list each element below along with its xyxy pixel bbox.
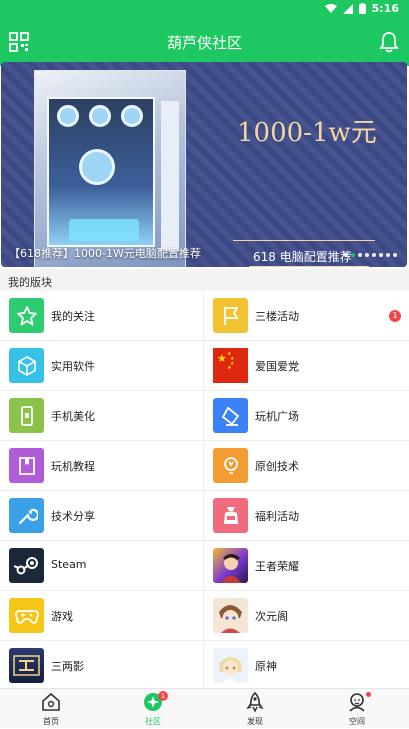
board-label: 手机美化 [51,410,95,423]
cpu-cooler-image [79,149,115,185]
wrench-icon [9,498,44,533]
fan-image [89,105,111,127]
tab-notification-dot [366,692,371,697]
svg-text:★: ★ [217,352,227,365]
carousel-dot[interactable] [393,253,397,257]
board-item[interactable]: 三两影 [0,641,204,691]
app-bar: 葫芦侠社区 [0,18,409,66]
board-label: 原神 [255,660,277,673]
pc-side-fans [161,101,179,251]
board-label: Steam [51,558,87,571]
tab-label: 发现 [247,717,263,726]
tab-label: 首页 [43,717,59,726]
board-item[interactable]: 玩机教程 [0,441,204,491]
status-bar: 5:16 [0,0,409,18]
tab-label: 社区 [145,717,161,726]
carousel-dot[interactable] [351,253,355,257]
banner-headline: 1000-1w元 [237,118,377,148]
carousel-dot[interactable] [372,253,376,257]
eraser-icon [213,398,248,433]
banner-caption: 【618推荐】1000-1W元电脑配置推荐 [9,247,201,260]
board-label: 玩机教程 [51,460,95,473]
board-item[interactable]: ★ ★ ★ ★ ★ 爱国爱党 [204,341,409,391]
fan-image [57,105,79,127]
board-label: 我的关注 [51,310,95,323]
bulb-icon [213,448,248,483]
board-label: 福利活动 [255,510,299,523]
signal-icon [342,3,353,14]
tab-badge: 1 [158,691,168,701]
bottom-tab-bar: 首页 1 社区 发现 空间 [0,688,409,728]
carousel-dot[interactable] [358,253,362,257]
book-icon [9,448,44,483]
board-item[interactable]: 玩机广场 [204,391,409,441]
carousel-dot[interactable] [379,253,383,257]
board-label: 爱国爱党 [255,360,299,373]
board-label: 次元阁 [255,610,288,623]
carousel-dot[interactable] [386,253,390,257]
wifi-icon [324,3,337,13]
board-item[interactable]: 游戏 [0,591,204,641]
film-icon [9,648,44,683]
banner-divider [233,240,375,241]
gamepad-icon [9,598,44,633]
board-label: 三两影 [51,660,84,673]
board-item[interactable]: 我的关注 [0,291,204,341]
board-label: 玩机广场 [255,410,299,423]
board-item[interactable]: 原创技术 [204,441,409,491]
board-label: 技术分享 [51,510,95,523]
china-flag-icon: ★ ★ ★ ★ ★ [213,348,248,383]
board-item[interactable]: 技术分享 [0,491,204,541]
anime-avatar-icon [213,598,248,633]
tab-home[interactable]: 首页 [0,689,102,729]
pc-case-interior [47,97,155,247]
gpu-glow-image [69,219,139,241]
notification-bell-icon[interactable] [379,31,399,53]
tab-profile[interactable]: 空间 [306,689,408,729]
board-item[interactable]: 王者荣耀 [204,541,409,591]
board-item[interactable]: Steam [0,541,204,591]
fan-image [121,105,143,127]
battery-icon [358,3,366,14]
svg-text:★: ★ [227,365,232,371]
star-icon [9,298,44,333]
board-label: 实用软件 [51,360,95,373]
rocket-icon [246,692,264,712]
profile-icon [349,693,365,712]
board-label: 三楼活动 [255,310,299,323]
steam-icon [9,548,44,583]
gift-bag-icon [213,498,248,533]
board-label: 游戏 [51,610,73,623]
pc-case-image [34,70,186,267]
tab-community[interactable]: 1 社区 [102,689,204,729]
board-label: 王者荣耀 [255,560,299,573]
notification-badge: 1 [389,310,401,322]
banner-divider [249,266,369,267]
board-item[interactable]: 福利活动 [204,491,409,541]
board-item[interactable]: 实用软件 [0,341,204,391]
board-item[interactable]: 次元阁 [204,591,409,641]
status-icons: 5:16 [324,2,399,15]
board-item[interactable]: 三楼活动 1 [204,291,409,341]
page-title: 葫芦侠社区 [166,34,242,52]
cube-icon [9,348,44,383]
section-header: 我的版块 [0,269,409,291]
carousel-dot[interactable] [344,253,348,257]
tab-label: 空间 [349,717,365,726]
genshin-avatar-icon [213,648,248,683]
phone-icon [9,398,44,433]
flag-icon [213,298,248,333]
status-time: 5:16 [371,2,399,15]
game-avatar-icon [213,548,248,583]
board-item[interactable]: 手机美化 [0,391,204,441]
promo-banner[interactable]: 1000-1w元 618 电脑配置推荐 【618推荐】1000-1W元电脑配置推… [1,62,407,267]
carousel-indicator [344,253,397,257]
home-icon [42,692,60,711]
banner-subheadline: 618 电脑配置推荐 [253,250,352,264]
tab-discover[interactable]: 发现 [204,689,306,729]
board-label: 原创技术 [255,460,299,473]
board-item[interactable]: 原神 [204,641,409,691]
carousel-dot[interactable] [365,253,369,257]
